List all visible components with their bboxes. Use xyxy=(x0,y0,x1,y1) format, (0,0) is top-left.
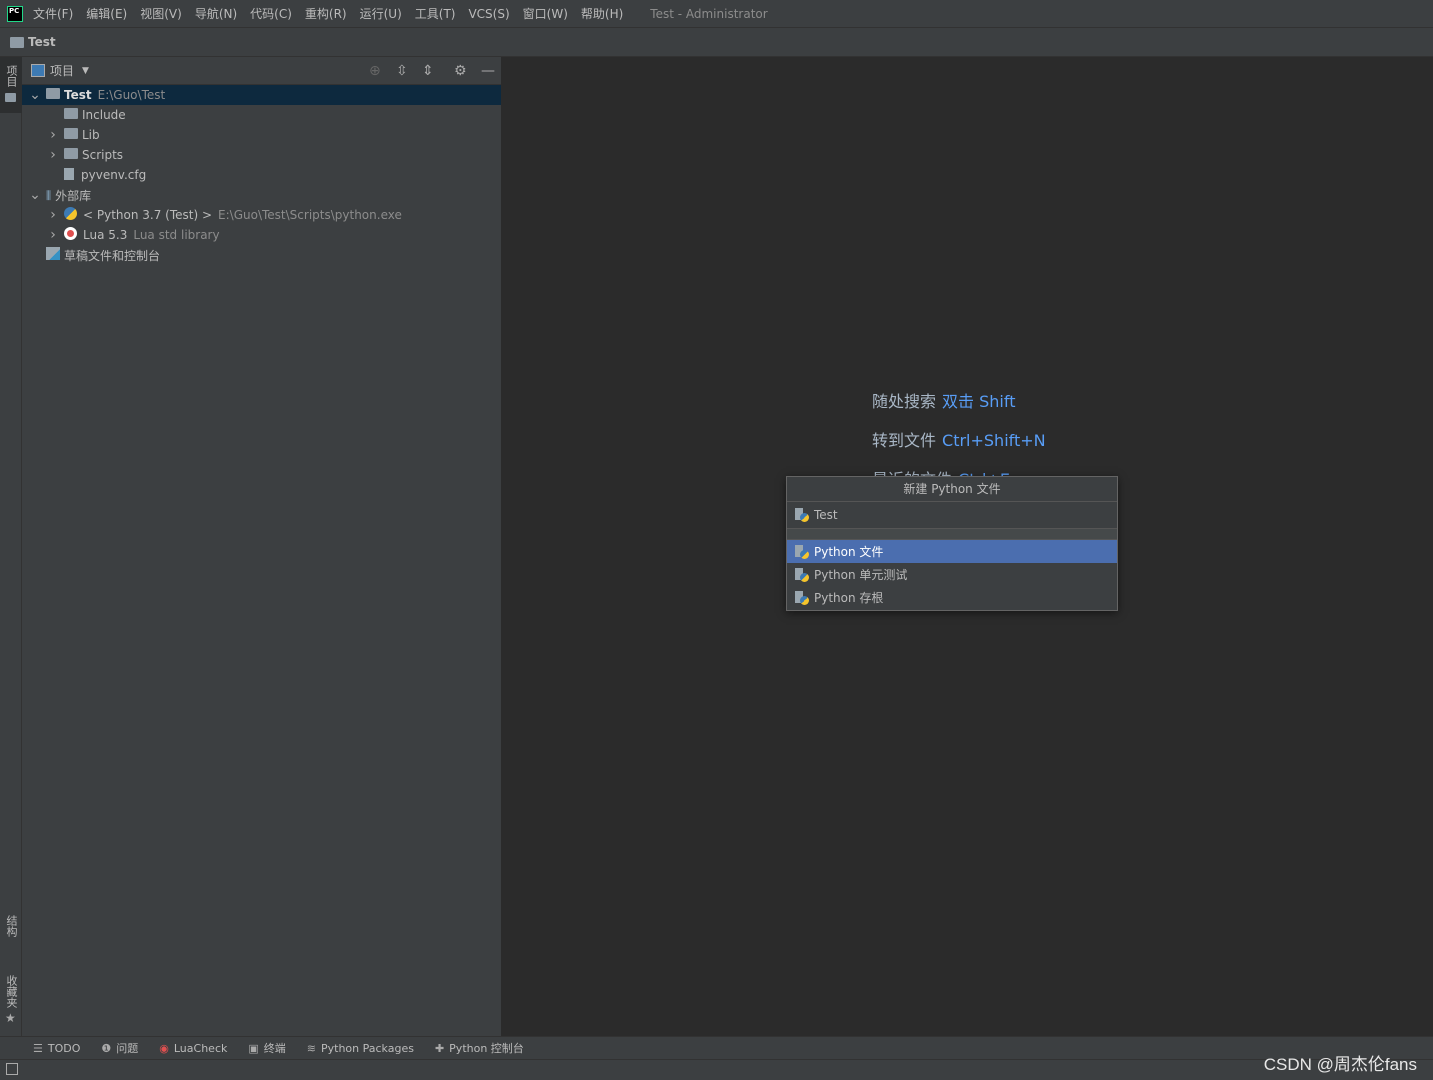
tree-item-label: Scripts xyxy=(82,148,124,162)
tree-item[interactable]: pyvenv.cfg xyxy=(22,165,501,185)
project-tree: ⌄ Test E:\Guo\Test Include › Lib › Scripts pyven… xyxy=(22,85,501,265)
tree-item[interactable]: › < Python 3.7 (Test) > E:\Guo\Test\Script… xyxy=(22,205,501,225)
folder-icon xyxy=(10,36,24,48)
option-python-stub[interactable]: Python 存根 xyxy=(787,586,1117,609)
toggle-tool-windows-icon[interactable] xyxy=(6,1063,18,1075)
tree-item-label: Test xyxy=(64,88,92,102)
star-icon: ★ xyxy=(5,1011,16,1025)
tree-item[interactable]: › Scripts xyxy=(22,145,501,165)
menu-view[interactable]: 视图(V) xyxy=(140,5,182,22)
minimize-icon[interactable]: — xyxy=(481,63,495,79)
new-python-file-dialog: 新建 Python 文件 Test Python 文件 Python 单元测试 … xyxy=(786,476,1118,611)
tree-item-detail: E:\Guo\Test xyxy=(97,88,166,102)
tool-problems[interactable]: ❶ 问题 xyxy=(101,1040,138,1056)
tree-item[interactable]: Include xyxy=(22,105,501,125)
window-title: Test - Administrator xyxy=(650,6,768,21)
python-icon xyxy=(64,207,83,223)
menu-file[interactable]: 文件(F) xyxy=(33,5,73,22)
folder-icon xyxy=(64,128,82,142)
tool-luacheck[interactable]: ◉ LuaCheck xyxy=(159,1042,227,1055)
chevron-down-icon[interactable]: ⌄ xyxy=(28,187,42,203)
folder-icon xyxy=(64,108,82,122)
left-tool-strip: 项目 结构 收藏夹 ★ xyxy=(0,57,22,1036)
menu-bar: PC 文件(F) 编辑(E) 视图(V) 导航(N) 代码(C) 重构(R) 运… xyxy=(0,0,1433,28)
menu-navigate[interactable]: 导航(N) xyxy=(195,5,237,22)
list-icon: ☰ xyxy=(33,1041,43,1055)
menu-code[interactable]: 代码(C) xyxy=(250,5,292,22)
hint-goto-file: 转到文件 Ctrl+Shift+N xyxy=(872,431,1046,450)
tree-item[interactable]: › Lua 5.3 Lua std library xyxy=(22,225,501,245)
menu-vcs[interactable]: VCS(S) xyxy=(468,7,509,21)
lua-icon xyxy=(64,227,83,243)
info-icon: ❶ xyxy=(101,1041,112,1055)
tool-python-packages[interactable]: ≋ Python Packages xyxy=(307,1042,414,1055)
collapse-all-icon[interactable]: ⇕ xyxy=(422,63,434,79)
file-name-input[interactable]: Test xyxy=(787,502,1117,529)
chevron-right-icon[interactable]: › xyxy=(46,207,60,223)
layers-icon: ≋ xyxy=(306,1041,316,1055)
project-tool-tab[interactable]: 项目 xyxy=(3,65,19,87)
option-python-file[interactable]: Python 文件 xyxy=(787,540,1117,563)
chevron-down-icon[interactable]: ⌄ xyxy=(28,87,42,103)
lua-icon: ◉ xyxy=(159,1041,169,1055)
tree-item-label: Include xyxy=(82,108,126,122)
favorites-tool-tab[interactable]: 收藏夹 xyxy=(3,975,19,1008)
folder-icon xyxy=(5,93,16,102)
python-icon: ✚ xyxy=(434,1041,445,1055)
python-file-icon xyxy=(795,590,809,605)
python-file-icon xyxy=(795,544,809,559)
menu-tools[interactable]: 工具(T) xyxy=(415,5,456,22)
tree-item[interactable]: ⌄ ⫼ 外部库 xyxy=(22,185,501,205)
project-icon xyxy=(31,64,45,77)
tree-item-label: Lib xyxy=(82,128,100,142)
navigation-bar: Test xyxy=(0,28,1433,57)
tree-item-detail: Lua std library xyxy=(133,228,220,242)
bottom-tool-bar: ☰ TODO ❶ 问题 ◉ LuaCheck ▣ 终端 ≋ Python Packages… xyxy=(0,1036,1433,1059)
tree-item[interactable]: ⌄ Test E:\Guo\Test xyxy=(22,85,501,105)
tree-item-label: pyvenv.cfg xyxy=(81,168,147,182)
option-python-unittest[interactable]: Python 单元测试 xyxy=(787,563,1117,586)
gear-icon[interactable]: ⚙ xyxy=(454,63,467,79)
tree-item[interactable]: 草稿文件和控制台 xyxy=(22,245,501,265)
expand-all-icon[interactable]: ⇳ xyxy=(396,63,408,79)
library-icon: ⫼ xyxy=(46,188,52,202)
folder-icon xyxy=(46,88,64,102)
status-bar xyxy=(0,1059,1433,1080)
tree-item-label: < Python 3.7 (Test) > xyxy=(83,208,213,222)
python-file-icon xyxy=(795,567,809,582)
menu-help[interactable]: 帮助(H) xyxy=(581,5,623,22)
tree-item-label: Lua 5.3 xyxy=(83,228,128,242)
python-file-icon xyxy=(795,508,809,522)
tool-todo[interactable]: ☰ TODO xyxy=(33,1042,80,1055)
chevron-down-icon[interactable]: ▼ xyxy=(82,66,89,76)
project-panel-header: 项目 ▼ ⊕ ⇳ ⇕ ⚙ — xyxy=(22,57,501,85)
chevron-right-icon[interactable]: › xyxy=(46,147,60,163)
menu-edit[interactable]: 编辑(E) xyxy=(86,5,127,22)
tree-item-label: 草稿文件和控制台 xyxy=(64,248,161,263)
folder-icon xyxy=(64,148,82,162)
terminal-icon: ▣ xyxy=(248,1041,259,1055)
watermark: CSDN @周杰伦fans xyxy=(1263,1055,1417,1074)
tree-item[interactable]: › Lib xyxy=(22,125,501,145)
tree-item-detail: E:\Guo\Test\Scripts\python.exe xyxy=(218,208,402,222)
scratch-icon xyxy=(46,247,64,263)
menu-window[interactable]: 窗口(W) xyxy=(523,5,568,22)
hint-search-everywhere: 随处搜索 双击 Shift xyxy=(872,392,1016,411)
tool-python-console[interactable]: ✚ Python 控制台 xyxy=(435,1040,524,1056)
structure-tool-tab[interactable]: 结构 xyxy=(3,915,19,937)
menu-refactor[interactable]: 重构(R) xyxy=(305,5,347,22)
breadcrumb[interactable]: Test xyxy=(28,35,56,49)
pycharm-logo: PC xyxy=(7,5,23,22)
chevron-right-icon[interactable]: › xyxy=(46,227,60,243)
menu-run[interactable]: 运行(U) xyxy=(360,5,402,22)
tree-item-label: 外部库 xyxy=(55,188,92,203)
project-view-selector[interactable]: 项目 xyxy=(50,62,74,79)
tool-terminal[interactable]: ▣ 终端 xyxy=(248,1040,285,1056)
separator xyxy=(787,529,1117,540)
file-icon xyxy=(64,167,81,183)
locate-icon[interactable]: ⊕ xyxy=(369,63,381,79)
project-panel: 项目 ▼ ⊕ ⇳ ⇕ ⚙ — ⌄ Test E:\Guo\Test Include › L… xyxy=(22,57,502,1036)
dialog-title: 新建 Python 文件 xyxy=(787,477,1117,502)
chevron-right-icon[interactable]: › xyxy=(46,127,60,143)
